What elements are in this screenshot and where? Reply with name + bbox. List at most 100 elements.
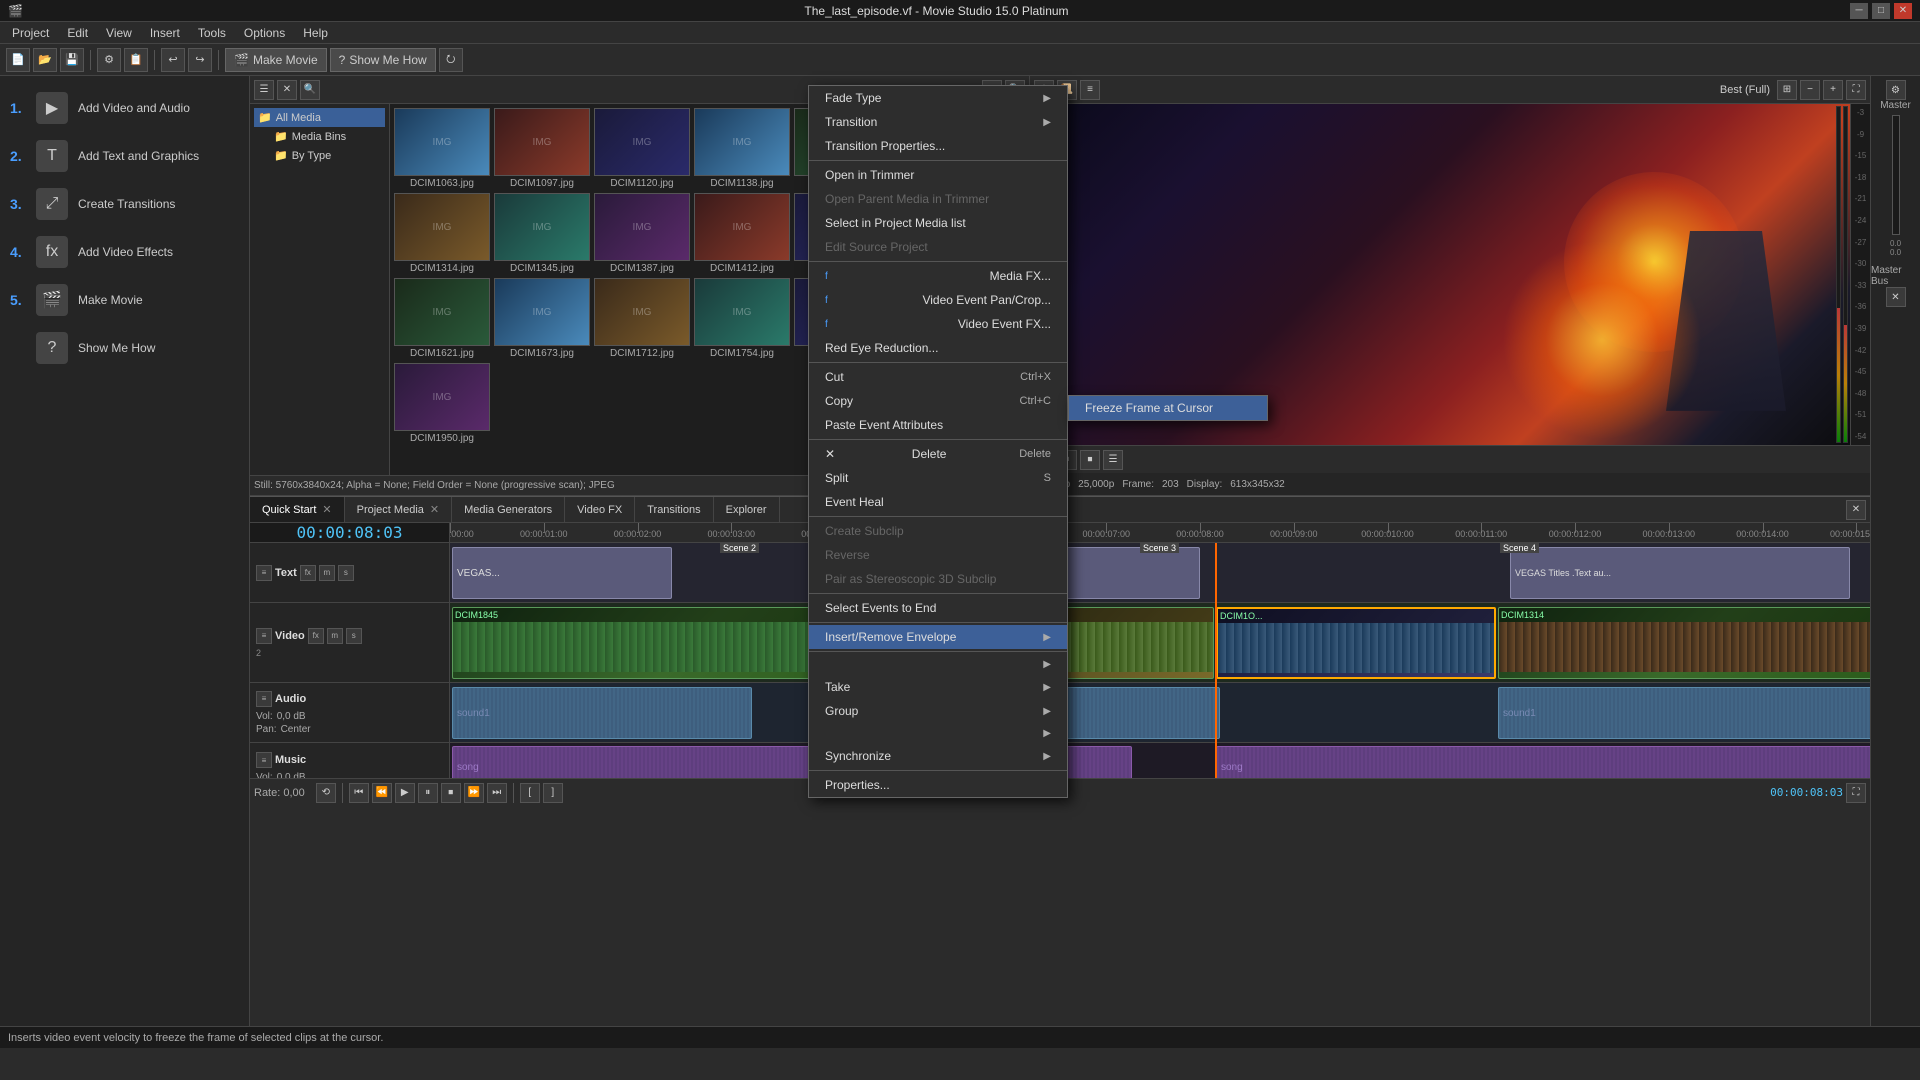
master-settings-btn[interactable]: ⚙ [1886, 80, 1906, 100]
ctx-delete[interactable]: ✕ Delete Delete [809, 442, 1067, 466]
maximize-button[interactable]: □ [1872, 3, 1890, 19]
tab-project-media-close[interactable]: ✕ [430, 503, 439, 516]
tl-end-btn[interactable]: ⏭ [487, 783, 507, 803]
text-clip-3[interactable]: VEGAS Titles .Text au... [1510, 547, 1850, 599]
media-search-btn[interactable]: 🔍 [300, 80, 320, 100]
save-btn[interactable]: 💾 [60, 48, 84, 72]
audio-clip-3[interactable]: sound1 [1498, 687, 1870, 739]
sidebar-item-make-movie[interactable]: 5. 🎬 Make Movie [0, 276, 249, 324]
make-movie-button[interactable]: 🎬 Make Movie [225, 48, 327, 72]
close-button[interactable]: ✕ [1894, 3, 1912, 19]
video-fx-btn[interactable]: fx [308, 628, 324, 644]
text-solo-btn[interactable]: s [338, 565, 354, 581]
preview-zoom-out-btn[interactable]: − [1800, 80, 1820, 100]
preview-eq-btn[interactable]: ≡ [1080, 80, 1100, 100]
text-clip-1[interactable]: VEGAS... [452, 547, 672, 599]
tree-media-bins[interactable]: 📁 Media Bins [254, 127, 385, 146]
media-thumb-15[interactable]: IMG DCIM1754.jpg [694, 278, 790, 359]
video-clip-3[interactable]: DCIM1O... [1216, 607, 1496, 679]
ctx-select-events[interactable]: Select Events to End [809, 596, 1067, 620]
timeline-ruler[interactable]: 00:00:00:0000:00:01:0000:00:02:0000:00:0… [450, 523, 1870, 542]
menu-item-view[interactable]: View [98, 24, 140, 42]
ctx-split[interactable]: Split S [809, 466, 1067, 490]
menu-item-insert[interactable]: Insert [142, 24, 188, 42]
video-solo-btn[interactable]: s [346, 628, 362, 644]
ctx-select-project-media[interactable]: Select in Project Media list [809, 211, 1067, 235]
minimize-button[interactable]: ─ [1850, 3, 1868, 19]
sidebar-item-show-me-how[interactable]: ? Show Me How [0, 324, 249, 372]
ctx-switches[interactable]: ▶ [809, 654, 1067, 675]
show-me-how-button[interactable]: ? Show Me How [330, 48, 436, 72]
ctx-paste-attrs[interactable]: Paste Event Attributes [809, 413, 1067, 437]
ctx-open-in-trimmer[interactable]: Open in Trimmer [809, 163, 1067, 187]
tree-all-media[interactable]: 📁 All Media [254, 108, 385, 127]
text-fx-btn[interactable]: fx [300, 565, 316, 581]
preview-list-btn[interactable]: ☰ [1103, 450, 1123, 470]
tl-begin-btn[interactable]: ⏮ [349, 783, 369, 803]
menu-item-options[interactable]: Options [236, 24, 293, 42]
tab-quick-start-close[interactable]: ✕ [322, 503, 331, 516]
video-clip-4[interactable]: DCIM1314 [1498, 607, 1870, 679]
tab-video-fx[interactable]: Video FX [565, 497, 635, 522]
ctx-synchronize[interactable]: Synchronize ▶ [809, 744, 1067, 768]
tab-transitions[interactable]: Transitions [635, 497, 713, 522]
timeline-close-btn[interactable]: ✕ [1846, 500, 1866, 520]
tree-by-type[interactable]: 📁 By Type [254, 146, 385, 165]
undo-btn[interactable]: ↩ [161, 48, 185, 72]
sidebar-item-transitions[interactable]: 3. ⤢ Create Transitions [0, 180, 249, 228]
media-thumb-2[interactable]: IMG DCIM1120.jpg [594, 108, 690, 189]
tl-prev-btn[interactable]: ⏪ [372, 783, 392, 803]
ctx-transition[interactable]: Transition ▶ [809, 110, 1067, 134]
ctx-transition-properties[interactable]: Transition Properties... [809, 134, 1067, 158]
sidebar-item-video-audio[interactable]: 1. ▶ Add Video and Audio [0, 84, 249, 132]
media-close-btn[interactable]: ✕ [277, 80, 297, 100]
settings-btn[interactable]: ⚙ [97, 48, 121, 72]
tab-project-media[interactable]: Project Media ✕ [345, 497, 452, 522]
help-btn[interactable]: ⭮ [439, 48, 463, 72]
ctx-copy[interactable]: Copy Ctrl+C [809, 389, 1067, 413]
preview-stop-btn[interactable]: ⏹ [1080, 450, 1100, 470]
tl-next-btn[interactable]: ⏩ [464, 783, 484, 803]
tl-play-btn[interactable]: ▶ [395, 783, 415, 803]
tl-loop-btn[interactable]: ⟲ [316, 783, 336, 803]
music-track-menu-btn[interactable]: ≡ [256, 752, 272, 768]
media-thumb-3[interactable]: IMG DCIM1138.jpg [694, 108, 790, 189]
ctx-media-fx[interactable]: f Media FX... [809, 264, 1067, 288]
master-fader[interactable] [1892, 115, 1900, 235]
tab-explorer[interactable]: Explorer [714, 497, 780, 522]
media-thumb-6[interactable]: IMG DCIM1314.jpg [394, 193, 490, 274]
media-thumb-1[interactable]: IMG DCIM1097.jpg [494, 108, 590, 189]
menu-item-tools[interactable]: Tools [190, 24, 234, 42]
preview-fullscreen-btn[interactable]: ⛶ [1846, 80, 1866, 100]
tl-out-btn[interactable]: ] [543, 783, 563, 803]
media-thumb-9[interactable]: IMG DCIM1412.jpg [694, 193, 790, 274]
properties-btn[interactable]: 📋 [124, 48, 148, 72]
video-mute-btn[interactable]: m [327, 628, 343, 644]
media-thumb-13[interactable]: IMG DCIM1673.jpg [494, 278, 590, 359]
ctx-take[interactable]: Take ▶ [809, 675, 1067, 699]
tab-quick-start[interactable]: Quick Start ✕ [250, 497, 345, 522]
redo-btn[interactable]: ↪ [188, 48, 212, 72]
ctx-event-heal[interactable]: Event Heal [809, 490, 1067, 514]
preview-grid-view-btn[interactable]: ⊞ [1777, 80, 1797, 100]
ctx-insert-remove-envelope[interactable]: Insert/Remove Envelope ▶ [809, 625, 1067, 649]
media-thumb-7[interactable]: IMG DCIM1345.jpg [494, 193, 590, 274]
ctx-stream[interactable]: ▶ [809, 723, 1067, 744]
menu-item-help[interactable]: Help [295, 24, 336, 42]
ctx-cut[interactable]: Cut Ctrl+X [809, 365, 1067, 389]
media-thumb-18[interactable]: IMG DCIM1950.jpg [394, 363, 490, 444]
media-thumb-14[interactable]: IMG DCIM1712.jpg [594, 278, 690, 359]
audio-clip-1[interactable]: sound1 [452, 687, 752, 739]
media-thumb-0[interactable]: IMG DCIM1063.jpg [394, 108, 490, 189]
menu-item-edit[interactable]: Edit [59, 24, 96, 42]
ctx-event-fx[interactable]: f Video Event FX... [809, 312, 1067, 336]
sidebar-item-video-effects[interactable]: 4. fx Add Video Effects [0, 228, 249, 276]
ctx-pan-crop[interactable]: f Video Event Pan/Crop... [809, 288, 1067, 312]
ctx-fade-type[interactable]: Fade Type ▶ [809, 86, 1067, 110]
media-list-view-btn[interactable]: ☰ [254, 80, 274, 100]
ctx-properties[interactable]: Properties... [809, 773, 1067, 797]
preview-zoom-in-btn[interactable]: + [1823, 80, 1843, 100]
text-track-menu-btn[interactable]: ≡ [256, 565, 272, 581]
ctx-group[interactable]: Group ▶ [809, 699, 1067, 723]
tl-in-btn[interactable]: [ [520, 783, 540, 803]
